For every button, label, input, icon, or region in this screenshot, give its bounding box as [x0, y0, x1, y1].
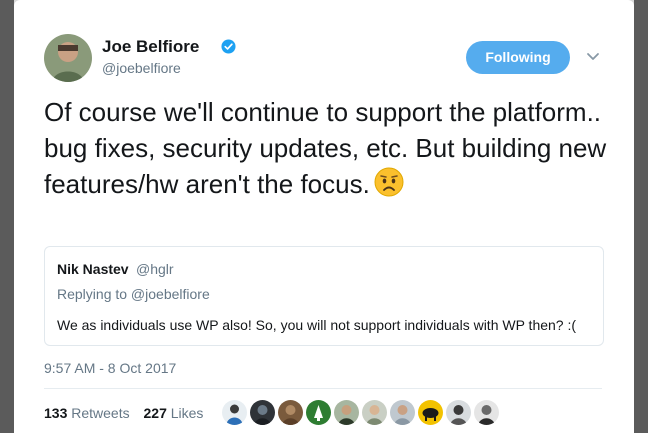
liker-avatar[interactable] — [334, 400, 359, 425]
liker-avatar[interactable] — [418, 400, 443, 425]
liker-avatar[interactable] — [250, 400, 275, 425]
quoted-text: We as individuals use WP also! So, you w… — [57, 317, 577, 333]
author-name[interactable]: Joe Belfiore — [102, 37, 199, 57]
liker-avatar[interactable] — [222, 400, 247, 425]
tweet-timestamp[interactable]: 9:57 AM - 8 Oct 2017 — [44, 360, 176, 376]
tweet-card: Joe Belfiore @joebelfiore Following Of c… — [14, 0, 634, 433]
author-handle[interactable]: @joebelfiore — [102, 60, 181, 76]
verified-badge-icon — [221, 39, 236, 54]
quoted-author-handle: @hglr — [136, 261, 174, 277]
liker-avatar[interactable] — [446, 400, 471, 425]
likes-label: Likes — [170, 405, 204, 421]
tweet-stats: 133 Retweets 227 Likes — [44, 405, 213, 421]
quoted-tweet[interactable]: Nik Nastev @hglr Replying to @joebelfior… — [44, 246, 604, 346]
tweet-text: Of course we'll continue to support the … — [44, 94, 624, 202]
background-right — [634, 0, 648, 433]
likes-count: 227 — [143, 405, 167, 421]
liker-avatar[interactable] — [362, 400, 387, 425]
liker-avatar[interactable] — [474, 400, 499, 425]
liker-avatar[interactable] — [306, 400, 331, 425]
tweet-body: Of course we'll continue to support the … — [44, 97, 607, 199]
liker-avatar[interactable] — [278, 400, 303, 425]
chevron-down-icon[interactable] — [586, 52, 600, 62]
author-avatar[interactable] — [44, 34, 92, 82]
liker-avatar[interactable] — [390, 400, 415, 425]
following-button[interactable]: Following — [466, 41, 570, 74]
likes-stat[interactable]: 227 Likes — [144, 405, 204, 421]
replying-to: Replying to @joebelfiore — [57, 286, 210, 302]
divider — [44, 388, 602, 389]
retweets-stat[interactable]: 133 Retweets — [44, 405, 130, 421]
background-left — [0, 0, 14, 433]
retweets-count: 133 — [44, 405, 68, 421]
quoted-author-name: Nik Nastev — [57, 261, 129, 277]
worried-face-emoji-icon — [374, 167, 404, 197]
retweets-label: Retweets — [71, 405, 130, 421]
